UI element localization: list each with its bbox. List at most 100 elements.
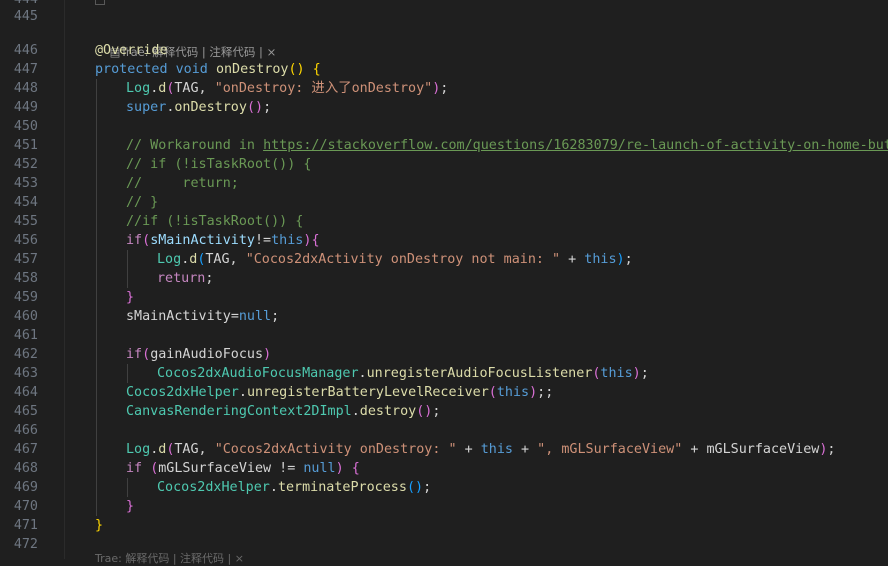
code-line-459: } bbox=[126, 290, 135, 305]
operator: = bbox=[230, 309, 239, 324]
keyword: this bbox=[584, 252, 617, 267]
keyword: protected bbox=[95, 62, 168, 77]
variable: gainAudioFocus bbox=[150, 347, 264, 362]
keyword: this bbox=[496, 385, 530, 400]
string-literal: "Cocos2dxActivity onDestroy: " bbox=[214, 442, 457, 457]
line-number: 454 bbox=[13, 195, 38, 210]
brace: { bbox=[343, 461, 360, 476]
indent-guide bbox=[127, 250, 128, 288]
argument: TAG, bbox=[205, 252, 246, 267]
semicolon: ; bbox=[205, 271, 214, 286]
keyword: null bbox=[238, 309, 272, 324]
line-number: 456 bbox=[13, 233, 38, 248]
semicolon: ; bbox=[624, 252, 633, 267]
method-call: unregisterAudioFocusListener bbox=[366, 366, 593, 381]
line-number: 459 bbox=[13, 290, 38, 305]
string-literal: ", mGLSurfaceView" bbox=[537, 442, 683, 457]
line-number: 457 bbox=[13, 252, 38, 267]
code-line-469: Cocos2dxHelper.terminateProcess(); bbox=[157, 478, 431, 497]
variable: sMainActivity bbox=[126, 309, 231, 324]
code-line-457: Log.d(TAG, "Cocos2dxActivity onDestroy n… bbox=[157, 250, 633, 269]
line-number: 455 bbox=[13, 214, 38, 229]
method-call: terminateProcess bbox=[277, 480, 407, 495]
semicolon: ; bbox=[271, 309, 280, 324]
class-ref: Log bbox=[157, 252, 182, 267]
code-line-470: } bbox=[126, 499, 135, 514]
code-line-455: //if (!isTaskRoot()) { bbox=[126, 214, 304, 229]
line-number: 463 bbox=[13, 366, 38, 381]
keyword: null bbox=[303, 461, 336, 476]
line-number: 450 bbox=[13, 119, 38, 134]
code-line-471: } bbox=[95, 518, 104, 533]
code-line-454: // } bbox=[126, 195, 159, 210]
method-name: onDestroy bbox=[215, 62, 289, 77]
paren: () bbox=[416, 404, 433, 419]
keyword: void bbox=[175, 62, 208, 77]
code-line-458: return; bbox=[157, 269, 213, 288]
line-number: 472 bbox=[13, 537, 38, 552]
semicolon: ;; bbox=[537, 385, 554, 400]
dot: . bbox=[351, 404, 360, 419]
variable: sMainActivity bbox=[150, 233, 255, 248]
class-ref: Cocos2dxHelper bbox=[157, 480, 270, 495]
line-number: 458 bbox=[13, 271, 38, 286]
indent-guide bbox=[127, 478, 128, 497]
code-line-464: Cocos2dxHelper.unregisterBatteryLevelRec… bbox=[126, 383, 553, 402]
indent-guide bbox=[127, 364, 128, 383]
brace: { bbox=[304, 62, 321, 77]
semicolon: ; bbox=[263, 100, 272, 115]
method-call: unregisterBatteryLevelReceiver bbox=[246, 385, 489, 400]
operator: != bbox=[271, 461, 304, 476]
code-line-468: if (mGLSurfaceView != null) { bbox=[126, 459, 360, 478]
code-line-465: CanvasRenderingContext2DImpl.destroy(); bbox=[126, 402, 440, 421]
line-number: 468 bbox=[13, 461, 38, 476]
dot: . bbox=[358, 366, 367, 381]
argument: TAG, bbox=[174, 81, 215, 96]
annotation: @Override bbox=[95, 43, 168, 58]
line-number: 453 bbox=[13, 176, 38, 191]
keyword: if bbox=[126, 347, 143, 362]
comment-link[interactable]: https://stackoverflow.com/questions/1628… bbox=[263, 138, 888, 153]
code-line-451: // Workaround in https://stackoverflow.c… bbox=[126, 136, 888, 155]
dot: . bbox=[238, 385, 247, 400]
semicolon: ; bbox=[432, 404, 441, 419]
semicolon: ; bbox=[440, 81, 449, 96]
paren: () bbox=[406, 480, 424, 495]
paren: ) bbox=[632, 366, 641, 381]
keyword: super bbox=[126, 100, 167, 115]
line-number: 460 bbox=[13, 309, 38, 324]
paren: ) bbox=[616, 252, 625, 267]
close-icon[interactable]: × bbox=[267, 45, 277, 59]
line-number: 464 bbox=[13, 385, 38, 400]
code-line-463: Cocos2dxAudioFocusManager.unregisterAudi… bbox=[157, 364, 649, 383]
line-number: 470 bbox=[13, 499, 38, 514]
operator: + bbox=[512, 442, 538, 457]
code-line-467: Log.d(TAG, "Cocos2dxActivity onDestroy: … bbox=[126, 440, 835, 459]
keyword: this bbox=[271, 233, 304, 248]
code-line-456: if(sMainActivity!=this){ bbox=[126, 231, 320, 250]
comment-code-link[interactable]: 注释代码 bbox=[209, 45, 255, 59]
class-ref: Log bbox=[126, 81, 151, 96]
code-line-447: protected void onDestroy() { bbox=[95, 60, 321, 79]
line-number: 445 bbox=[13, 9, 38, 24]
line-number: 469 bbox=[13, 480, 38, 495]
codelens-separator: | bbox=[255, 45, 267, 59]
line-number: 462 bbox=[13, 347, 38, 362]
line-number: 451 bbox=[13, 138, 38, 153]
class-ref: Cocos2dxAudioFocusManager bbox=[157, 366, 359, 381]
string-literal: "Cocos2dxActivity onDestroy not main: " bbox=[245, 252, 561, 267]
brace: { bbox=[311, 233, 320, 248]
semicolon: ; bbox=[423, 480, 432, 495]
line-number: 471 bbox=[13, 518, 38, 533]
string-literal: "onDestroy: 进入了onDestroy" bbox=[214, 81, 433, 96]
argument: TAG, bbox=[174, 442, 215, 457]
code-line-462: if(gainAudioFocus) bbox=[126, 345, 271, 364]
operator: + bbox=[456, 442, 481, 457]
class-ref: Cocos2dxHelper bbox=[126, 385, 239, 400]
variable: mGLSurfaceView bbox=[706, 442, 820, 457]
fold-guide bbox=[64, 0, 65, 559]
line-number-gutter: 444 445 446 447 448 449 450 451 452 453 … bbox=[0, 0, 62, 559]
line-number: 461 bbox=[13, 328, 38, 343]
code-editor[interactable]: 444 445 446 447 448 449 450 451 452 453 … bbox=[0, 0, 888, 565]
comment: // Workaround in bbox=[126, 138, 264, 153]
